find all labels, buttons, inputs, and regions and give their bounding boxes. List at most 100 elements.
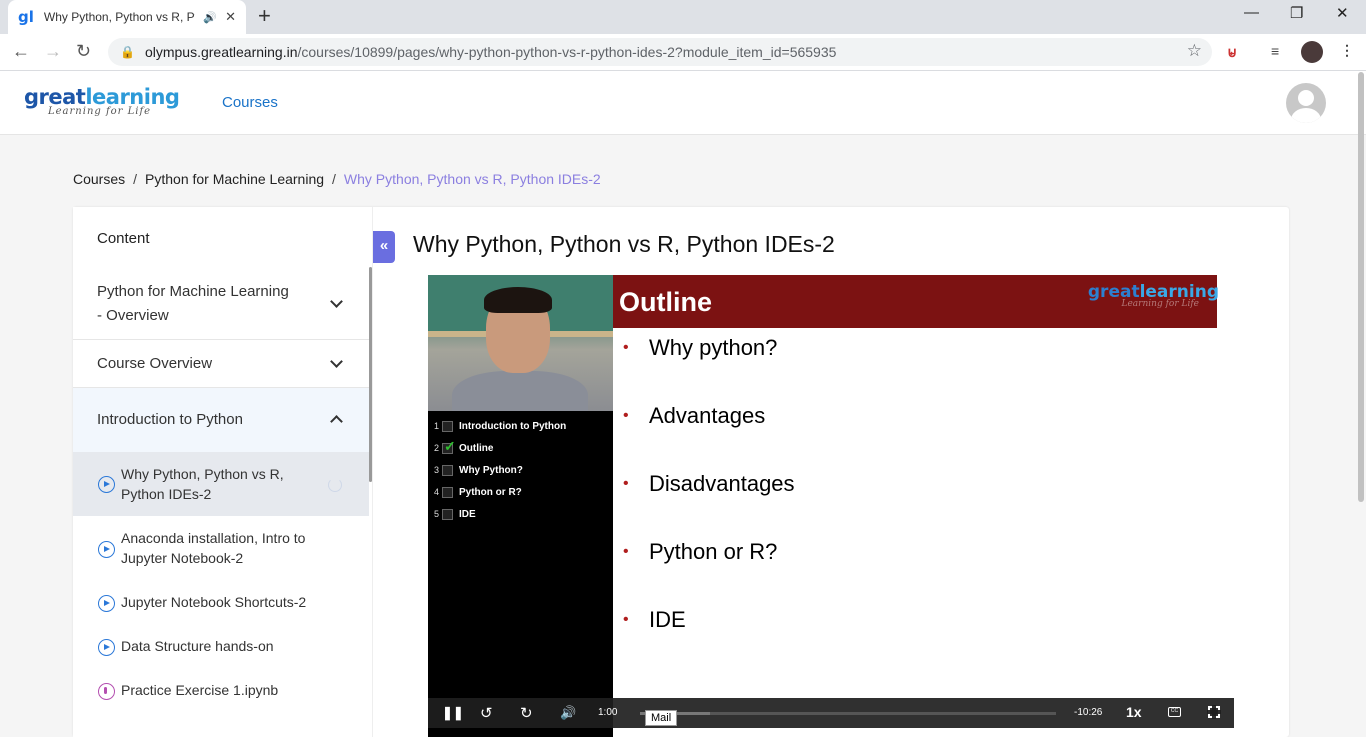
module-python-ml-overview[interactable]: Python for Machine Learning - Overview [73, 267, 369, 340]
lesson-label: Python IDEs-2 [121, 486, 212, 502]
breadcrumb: Courses / Python for Machine Learning / … [73, 171, 601, 187]
video-sidebar-panel: 1 Introduction to Python 2 ✓ Outline 3 Why P… [428, 275, 613, 737]
slide-title: Outline [619, 287, 712, 317]
volume-icon[interactable]: 🔊 [560, 705, 576, 721]
lesson-label: Practice Exercise 1.ipynb [121, 682, 279, 698]
close-tab-icon[interactable]: ✕ [225, 9, 236, 25]
module-label: Python for Machine Learning [97, 283, 289, 300]
play-circle-icon [98, 541, 115, 558]
rewind-icon[interactable]: ↺ [480, 704, 493, 722]
video-player[interactable]: 1 Introduction to Python 2 ✓ Outline 3 Why P… [428, 275, 1234, 737]
browser-tabstrip: gl Why Python, Python vs R, Py 🔊 ✕ + — ❐… [0, 0, 1366, 34]
checkbox-checked-icon: ✓ [442, 437, 456, 454]
sidebar-title: Content [97, 230, 150, 247]
chevron-up-icon [330, 415, 343, 428]
checkbox-icon [442, 486, 453, 498]
play-circle-icon [98, 595, 115, 612]
module-course-overview[interactable]: Course Overview [73, 340, 369, 388]
close-window-icon[interactable]: ✕ [1336, 4, 1349, 22]
browser-tab[interactable]: gl Why Python, Python vs R, Py 🔊 ✕ [8, 0, 246, 34]
lesson-label: Why Python, Python vs R, [121, 466, 284, 482]
fullscreen-icon[interactable] [1207, 705, 1221, 719]
slide-bullet: • IDE [623, 607, 686, 632]
bookmark-star-icon[interactable]: ☆ [1187, 41, 1202, 61]
breadcrumb-separator: / [133, 171, 138, 187]
captions-icon[interactable]: CC [1168, 707, 1181, 717]
favicon-icon: gl [18, 8, 34, 26]
playback-speed-button[interactable]: 1x [1126, 704, 1142, 720]
collapse-sidebar-button[interactable]: « [373, 231, 395, 263]
profile-avatar[interactable] [1301, 41, 1323, 63]
breadcrumb-current: Why Python, Python vs R, Python IDEs-2 [343, 171, 601, 187]
lesson-item[interactable]: Why Python, Python vs R, Python IDEs-2 [73, 452, 369, 516]
url-host: olympus.greatlearning.in [144, 44, 298, 60]
video-controls: ❚❚ ↺ ↻ 🔊 1:00 Mail -10:26 1x CC [428, 698, 1234, 728]
module-label: Introduction to Python [97, 411, 243, 428]
breadcrumb-separator: / [332, 171, 336, 187]
slide-toc: 1 Introduction to Python 2 ✓ Outline 3 Why P… [434, 415, 566, 525]
forward-icon[interactable]: ↻ [520, 704, 533, 722]
play-circle-icon [98, 639, 115, 656]
lesson-item[interactable]: Anaconda installation, Intro to Jupyter … [73, 522, 369, 578]
tab-title: Why Python, Python vs R, Py [43, 10, 196, 24]
greatlearning-logo[interactable]: greatlearning Learning for Life [24, 85, 180, 117]
lesson-item[interactable]: Jupyter Notebook Shortcuts-2 [73, 587, 369, 617]
back-icon[interactable]: ← [12, 41, 30, 62]
slide-bullet: • Advantages [623, 403, 766, 428]
address-bar[interactable]: 🔒 olympus.greatlearning.in/courses/10899… [108, 38, 1212, 66]
content-card: Content Python for Machine Learning - Ov… [73, 207, 1289, 737]
media-queue-icon[interactable]: ≡ [1271, 43, 1279, 59]
loading-spinner-icon [328, 478, 342, 492]
lesson-item[interactable]: Data Structure hands-on [73, 631, 369, 661]
module-intro-python[interactable]: Introduction to Python [73, 388, 369, 452]
speaker-icon[interactable]: 🔊 [203, 11, 217, 24]
maximize-icon[interactable]: ❐ [1290, 4, 1303, 22]
checkbox-icon [442, 464, 453, 476]
breadcrumb-course[interactable]: Python for Machine Learning [145, 171, 324, 187]
minimize-icon[interactable]: — [1244, 4, 1259, 21]
toc-item: 2 ✓ Outline [434, 437, 494, 454]
courses-nav-link[interactable]: Courses [222, 94, 278, 111]
notebook-icon [98, 683, 115, 700]
lesson-label: Anaconda installation, Intro to [121, 530, 306, 546]
elapsed-time: 1:00 [598, 707, 618, 718]
page-title: Why Python, Python vs R, Python IDEs-2 [413, 231, 835, 257]
chevron-down-icon [330, 295, 343, 308]
slide-bullet: • Python or R? [623, 539, 778, 564]
user-avatar[interactable] [1286, 83, 1326, 123]
lesson-label: Data Structure hands-on [121, 638, 274, 654]
content-sidebar: Content Python for Machine Learning - Ov… [73, 207, 373, 737]
lock-icon: 🔒 [120, 45, 135, 59]
pocket-extension-icon[interactable]: ⊌ [1227, 44, 1237, 61]
forward-icon[interactable]: → [44, 41, 62, 62]
page-scrollbar[interactable] [1358, 72, 1364, 502]
reload-icon[interactable]: ↻ [76, 41, 91, 62]
tooltip: Mail [645, 710, 678, 726]
sidebar-scrollbar[interactable] [369, 267, 372, 482]
progress-bar[interactable] [640, 712, 1056, 715]
toc-item: 1 Introduction to Python [434, 420, 567, 432]
toc-item: 5 IDE [434, 508, 476, 520]
slide-logo: greatlearning Learning for Life [1087, 282, 1219, 309]
toc-item: 3 Why Python? [434, 464, 523, 476]
url-path: /courses/10899/pages/why-python-python-v… [297, 44, 837, 60]
slide-banner: Outline greatlearning Learning for Life [613, 275, 1219, 328]
lesson-label: Jupyter Notebook Shortcuts-2 [121, 594, 307, 610]
browser-toolbar: ← → ↻ 🔒 olympus.greatlearning.in/courses… [0, 34, 1366, 71]
checkbox-icon [442, 508, 453, 520]
pause-icon[interactable]: ❚❚ [442, 705, 464, 721]
lesson-item[interactable]: Practice Exercise 1.ipynb [73, 675, 369, 705]
toc-item: 4 Python or R? [434, 486, 522, 498]
slide-bullet: • Why python? [623, 335, 778, 360]
module-label: Course Overview [97, 355, 213, 372]
site-header: greatlearning Learning for Life Courses [0, 71, 1366, 135]
remaining-time: -10:26 [1074, 707, 1103, 718]
slide-bullet: • Disadvantages [623, 471, 795, 496]
new-tab-icon[interactable]: + [258, 5, 271, 27]
checkbox-icon [442, 420, 453, 432]
browser-menu-icon[interactable]: ⋮ [1340, 42, 1354, 59]
module-label: - Overview [97, 307, 169, 324]
breadcrumb-courses[interactable]: Courses [73, 171, 125, 187]
chevron-down-icon [330, 355, 343, 368]
lesson-label: Jupyter Notebook-2 [121, 550, 244, 566]
